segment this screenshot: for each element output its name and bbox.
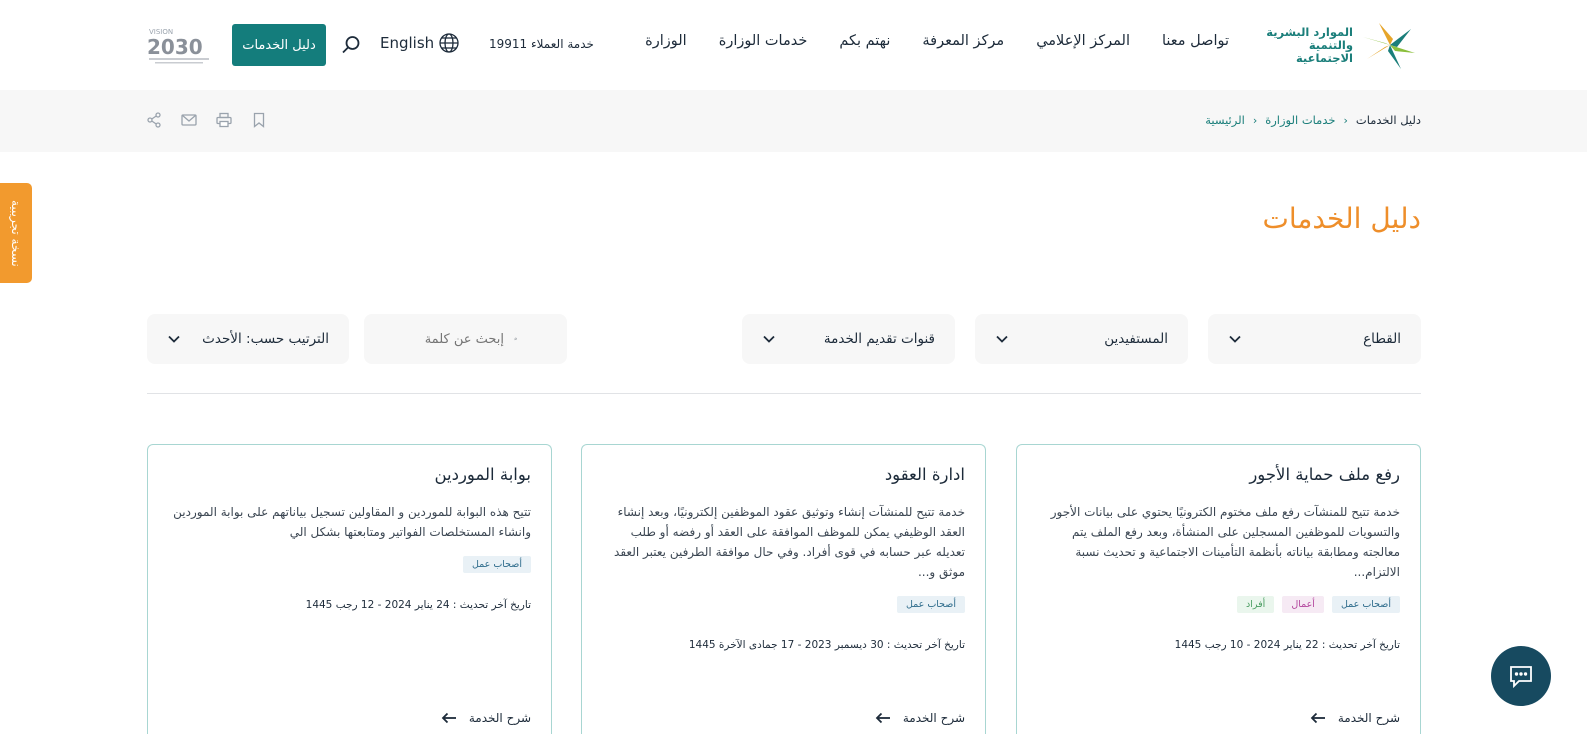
tag-business: أعمال <box>1282 596 1324 613</box>
language-label: English <box>380 34 435 52</box>
language-switch[interactable]: English <box>380 32 460 54</box>
service-card[interactable]: رفع ملف حماية الأجور خدمة تتيح للمنشآت ر… <box>1016 444 1421 734</box>
breadcrumb: الرئيسية ‹ خدمات الوزارة ‹ دليل الخدمات <box>1205 113 1421 127</box>
service-tags: أصحاب عمل أعمال أفراد <box>1037 596 1400 613</box>
chat-icon <box>1510 666 1532 689</box>
share-icon[interactable] <box>146 112 162 128</box>
nav-ministry[interactable]: الوزارة <box>645 33 687 49</box>
tag-individuals: أفراد <box>1237 596 1275 613</box>
tag-employers: أصحاب عمل <box>462 556 531 573</box>
main-nav: الوزارة خدمات الوزارة نهتم بكم مركز المع… <box>645 33 1229 49</box>
page-tools <box>146 112 267 128</box>
breadcrumb-current: دليل الخدمات <box>1355 113 1421 127</box>
service-explanation-link[interactable]: شرح الخدمة <box>1310 711 1400 725</box>
service-card[interactable]: ادارة العقود خدمة تتيح للمنشآت إنشاء وتو… <box>581 444 986 734</box>
email-icon[interactable] <box>181 112 197 128</box>
beneficiaries-filter-label: المستفيدين <box>1104 331 1168 347</box>
service-description: خدمة تتيح للمنشآت إنشاء وتوثيق عقود المو… <box>614 505 965 579</box>
chevron-left-icon: ‹ <box>1252 113 1258 127</box>
beta-version-tab[interactable]: نسخة تجريبية <box>0 183 32 283</box>
bookmark-icon[interactable] <box>251 112 267 128</box>
explain-label: شرح الخدمة <box>468 711 531 725</box>
vision-2030-logo-icon: VISION 2030 <box>147 28 209 64</box>
arrow-left-icon <box>875 712 890 724</box>
ministry-emblem-icon <box>1363 23 1415 69</box>
service-explanation-link[interactable]: شرح الخدمة <box>875 711 965 725</box>
logo-line2: والتنمية الاجتماعية <box>1295 37 1353 65</box>
search-icon <box>514 337 517 341</box>
service-title[interactable]: بوابة الموردين <box>168 465 531 484</box>
sort-dropdown[interactable]: الترتيب حسب: الأحدث <box>147 314 349 364</box>
arrow-left-icon <box>441 712 456 724</box>
svg-text:2030: 2030 <box>147 35 203 59</box>
arrow-left-icon <box>1310 712 1325 724</box>
service-explanation-link[interactable]: شرح الخدمة <box>441 711 531 725</box>
explain-label: شرح الخدمة <box>902 711 965 725</box>
nav-we-care[interactable]: نهتم بكم <box>839 33 890 49</box>
tag-employers: أصحاب عمل <box>1331 596 1400 613</box>
print-icon[interactable] <box>216 112 232 128</box>
search-icon[interactable] <box>340 34 362 56</box>
channels-filter-label: قنوات تقديم الخدمة <box>823 331 935 347</box>
service-description: خدمة تتيح للمنشآت رفع ملف مختوم الكتروني… <box>1050 505 1400 579</box>
ministry-logo[interactable]: الموارد البشرية والتنمية الاجتماعية <box>1251 18 1421 72</box>
sort-label: الترتيب حسب: الأحدث <box>202 331 329 347</box>
beneficiaries-filter[interactable]: المستفيدين <box>975 314 1188 364</box>
service-tags: أصحاب عمل <box>602 596 965 613</box>
explain-label: شرح الخدمة <box>1337 711 1400 725</box>
chevron-down-icon <box>996 335 1008 343</box>
tag-employers: أصحاب عمل <box>896 596 965 613</box>
nav-contact-us[interactable]: تواصل معنا <box>1162 33 1229 49</box>
service-card[interactable]: بوابة الموردين تتيح هذه البوابة للموردين… <box>147 444 552 734</box>
service-tags: أصحاب عمل <box>168 556 531 573</box>
chevron-down-icon <box>1229 335 1241 343</box>
filters-divider <box>147 393 1421 394</box>
site-header: الموارد البشرية والتنمية الاجتماعية الوز… <box>0 0 1587 90</box>
chevron-down-icon <box>168 335 180 343</box>
services-guide-button[interactable]: دليل الخدمات <box>232 24 326 66</box>
nav-knowledge-center[interactable]: مركز المعرفة <box>922 33 1004 49</box>
globe-icon <box>439 33 459 53</box>
last-updated-date: تاريخ آخر تحديث : 24 يناير 2024 - 12 رجب… <box>305 599 531 611</box>
sector-filter-label: القطاع <box>1363 331 1401 347</box>
keyword-search-box <box>364 314 567 364</box>
last-updated-date: تاريخ آخر تحديث : 22 يناير 2024 - 10 رجب… <box>1174 639 1400 651</box>
service-title[interactable]: رفع ملف حماية الأجور <box>1037 465 1400 484</box>
customer-service-hotline[interactable]: خدمة العملاء 19911 <box>489 37 594 51</box>
breadcrumb-services[interactable]: خدمات الوزارة <box>1265 113 1335 127</box>
chevron-down-icon <box>763 335 775 343</box>
chevron-left-icon: ‹ <box>1343 113 1348 127</box>
page-title: دليل الخدمات <box>1262 202 1421 235</box>
sector-filter[interactable]: القطاع <box>1208 314 1421 364</box>
chat-button[interactable] <box>1491 646 1551 706</box>
keyword-search-input[interactable] <box>384 331 504 347</box>
channels-filter[interactable]: قنوات تقديم الخدمة <box>742 314 955 364</box>
service-title[interactable]: ادارة العقود <box>602 465 965 484</box>
nav-ministry-services[interactable]: خدمات الوزارة <box>719 33 808 49</box>
logo-line1: الموارد البشرية <box>1266 24 1353 39</box>
nav-media-center[interactable]: المركز الإعلامي <box>1036 33 1130 49</box>
last-updated-date: تاريخ آخر تحديث : 30 ديسمبر 2023 - 17 جم… <box>688 639 965 651</box>
service-description: تتيح هذه البوابة للموردين و المقاولين تس… <box>173 505 531 539</box>
breadcrumb-home[interactable]: الرئيسية <box>1205 113 1245 127</box>
